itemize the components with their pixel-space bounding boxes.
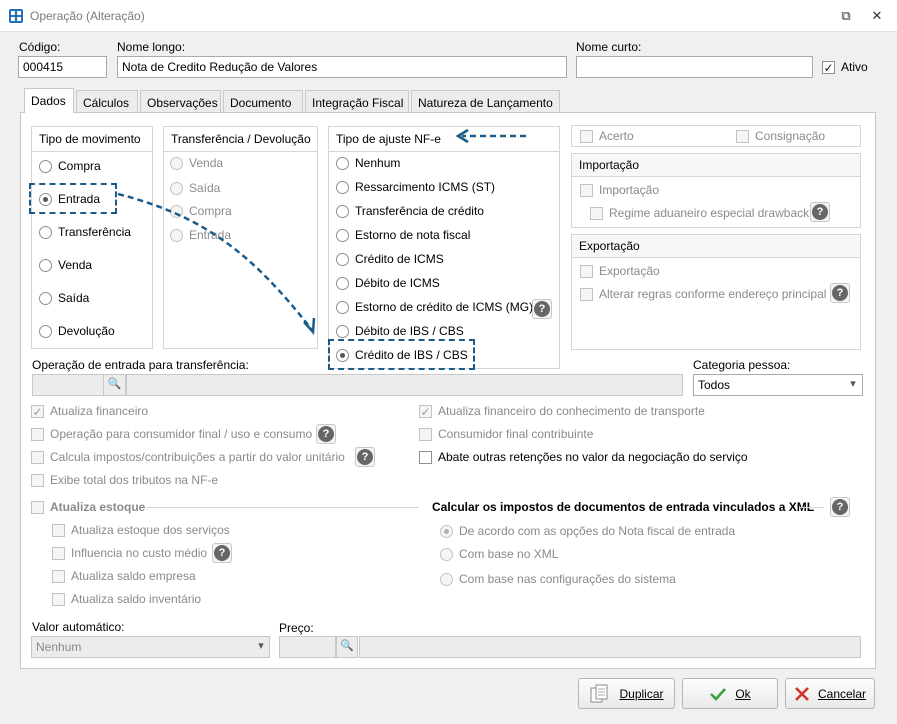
tab-dados[interactable]: Dados [24,88,74,113]
annotation-arrows [117,128,526,336]
